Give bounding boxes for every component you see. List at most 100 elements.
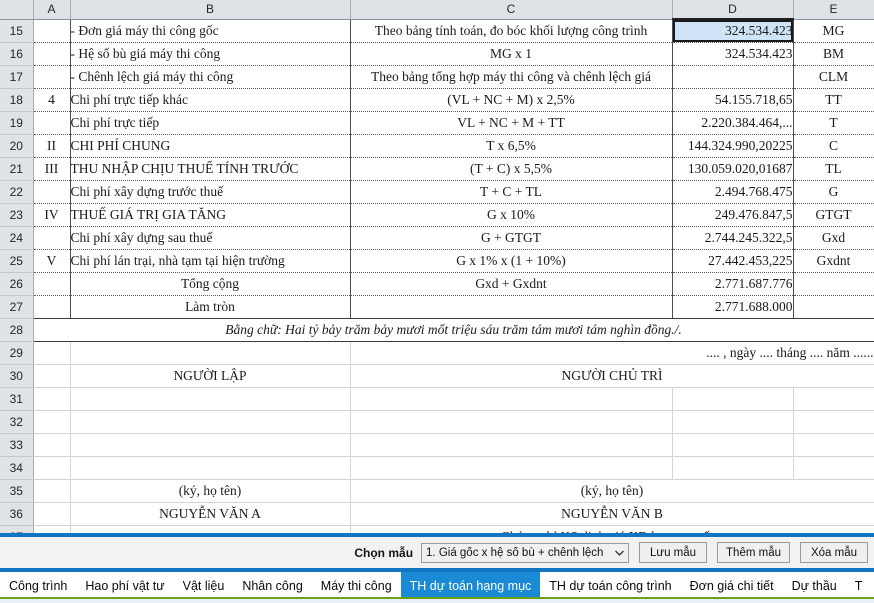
cell-d[interactable]: 2.744.245.322,5: [672, 226, 794, 250]
cell-a[interactable]: [32, 295, 71, 319]
cell-c[interactable]: [350, 456, 673, 480]
cell-b[interactable]: [70, 410, 351, 434]
column-header-e[interactable]: E: [793, 0, 874, 20]
cell-amount-in-words[interactable]: Bằng chữ: Hai tỷ bảy trăm bảy mươi mốt t…: [32, 318, 874, 342]
cell-e[interactable]: [793, 272, 874, 296]
table-row[interactable]: 16 - Hệ số bù giá máy thi công MG x 1 324.5…: [0, 42, 874, 66]
row-header[interactable]: 23: [0, 203, 34, 227]
sheet-tab-4[interactable]: Máy thi công: [311, 572, 401, 599]
cell-c[interactable]: VL + NC + M + TT: [350, 111, 673, 135]
row-header[interactable]: 24: [0, 226, 34, 250]
cell-c[interactable]: [350, 295, 673, 319]
table-row[interactable]: 26 Tổng cộng Gxd + Gxdnt 2.771.687.776: [0, 272, 874, 296]
cell-preparer-name[interactable]: NGUYỄN VĂN A: [70, 502, 351, 526]
cell-a[interactable]: [33, 479, 71, 503]
row-header[interactable]: 19: [0, 111, 34, 135]
cell-b[interactable]: Chi phí lán trại, nhà tạm tại hiện trườn…: [70, 249, 351, 273]
sheet-tab-0[interactable]: Công trình: [0, 572, 77, 599]
cell-d[interactable]: 54.155.718,65: [672, 88, 794, 112]
cell-d[interactable]: 130.059.020,01687: [672, 157, 794, 181]
row-header[interactable]: 34: [0, 456, 34, 480]
cell-e[interactable]: BM: [793, 42, 874, 66]
row-header[interactable]: 26: [0, 272, 34, 296]
cell-a[interactable]: IV: [32, 203, 71, 227]
template-select[interactable]: 1. Giá gốc x hệ số bù + chênh lệch: [421, 542, 630, 563]
cell-c[interactable]: Gxd + Gxdnt: [350, 272, 673, 296]
table-row-signature[interactable]: 36 NGUYỄN VĂN A NGUYỄN VĂN B: [0, 502, 874, 526]
cell-a[interactable]: [33, 410, 71, 434]
row-header[interactable]: 20: [0, 134, 34, 158]
table-row[interactable]: 24 Chi phí xây dựng sau thuế G + GTGT 2.744…: [0, 226, 874, 250]
cell-chief-certificate[interactable]: Chứng chỉ KS định giá XD hạng ..., số ..…: [350, 525, 874, 533]
cell-d[interactable]: [672, 387, 794, 411]
cell-d[interactable]: [672, 456, 794, 480]
table-row[interactable]: 27 Làm tròn 2.771.688.000: [0, 295, 874, 319]
cell-a[interactable]: [32, 180, 71, 204]
column-header-a[interactable]: A: [33, 0, 71, 20]
table-row-signature[interactable]: 35 (ký, họ tên) (ký, họ tên): [0, 479, 874, 503]
row-header[interactable]: 28: [0, 318, 34, 342]
table-row-blank[interactable]: 32: [0, 410, 874, 434]
row-header[interactable]: 22: [0, 180, 34, 204]
sheet-tab-1[interactable]: Hao phí vật tư: [76, 572, 174, 599]
column-header-d[interactable]: D: [672, 0, 794, 20]
cell-c[interactable]: (VL + NC + M) x 2,5%: [350, 88, 673, 112]
cell-e[interactable]: [793, 387, 874, 411]
cell-a[interactable]: [32, 65, 71, 89]
cell-a[interactable]: [33, 364, 71, 388]
row-header[interactable]: 17: [0, 65, 34, 89]
cell-b[interactable]: Chi phí xây dựng trước thuế: [70, 180, 351, 204]
cell-d[interactable]: 324.534.423: [672, 42, 794, 66]
cell-c[interactable]: MG x 1: [350, 42, 673, 66]
cell-c[interactable]: T + C + TL: [350, 180, 673, 204]
select-all-corner[interactable]: [0, 0, 34, 20]
cell-a[interactable]: [33, 525, 71, 533]
cell-e[interactable]: [793, 456, 874, 480]
cell-b[interactable]: Làm tròn: [70, 295, 351, 319]
cell-e[interactable]: TT: [793, 88, 874, 112]
cell-e[interactable]: Gxdnt: [793, 249, 874, 273]
cell-c[interactable]: T x 6,5%: [350, 134, 673, 158]
table-row[interactable]: 23 IV THUẾ GIÁ TRỊ GIA TĂNG G x 10% 249.476.…: [0, 203, 874, 227]
table-row[interactable]: 15 - Đơn giá máy thi công gốc Theo bảng tí…: [0, 18, 874, 43]
cell-b[interactable]: [70, 433, 351, 457]
cell-e[interactable]: C: [793, 134, 874, 158]
sheet-tab-5[interactable]: TH dự toán hạng mục: [400, 572, 541, 599]
row-header[interactable]: 30: [0, 364, 34, 388]
cell-d[interactable]: 27.442.453,225: [672, 249, 794, 273]
cell-b[interactable]: Chi phí trực tiếp khác: [70, 88, 351, 112]
cell-c[interactable]: G x 10%: [350, 203, 673, 227]
cell-chief-name[interactable]: NGUYỄN VĂN B: [350, 502, 874, 526]
table-row[interactable]: 20 II CHI PHÍ CHUNG T x 6,5% 144.324.990,202…: [0, 134, 874, 158]
cell-a[interactable]: V: [32, 249, 71, 273]
cell-b[interactable]: THUẾ GIÁ TRỊ GIA TĂNG: [70, 203, 351, 227]
cell-a[interactable]: 4: [32, 88, 71, 112]
delete-template-button[interactable]: Xóa mẫu: [800, 542, 868, 563]
sheet-tab-9[interactable]: T: [845, 572, 872, 599]
table-row[interactable]: 22 Chi phí xây dựng trước thuế T + C + TL 2…: [0, 180, 874, 204]
cell-e[interactable]: MG: [793, 18, 874, 43]
table-row-signers-title[interactable]: 30 NGƯỜI LẬP NGƯỜI CHỦ TRÌ: [0, 364, 874, 388]
table-row[interactable]: 18 4 Chi phí trực tiếp khác (VL + NC + M) x…: [0, 88, 874, 112]
sheet-tab-7[interactable]: Đơn giá chi tiết: [680, 572, 783, 599]
cell-c[interactable]: [350, 410, 673, 434]
table-row-date-line[interactable]: 29 .... , ngày .... tháng .... năm ......: [0, 341, 874, 365]
cell-d[interactable]: 2.771.687.776: [672, 272, 794, 296]
sheet-tab-3[interactable]: Nhân công: [233, 572, 312, 599]
row-header[interactable]: 29: [0, 341, 34, 365]
spreadsheet-grid[interactable]: A B C D E 15- Đơn giá máy thi công gốc Th…: [0, 0, 874, 533]
cell-e[interactable]: GTGT: [793, 203, 874, 227]
cell-d[interactable]: 2.220.384.464,...: [672, 111, 794, 135]
column-header-c[interactable]: C: [350, 0, 673, 20]
cell-b[interactable]: Tổng cộng: [70, 272, 351, 296]
cell-c[interactable]: (T + C) x 5,5%: [350, 157, 673, 181]
cell-c[interactable]: Theo bảng tổng hợp máy thi công và chênh…: [350, 65, 673, 89]
cell-b[interactable]: THU NHẬP CHỊU THUẾ TÍNH TRƯỚC: [70, 157, 351, 181]
cell-c[interactable]: Theo bảng tính toán, đo bóc khối lượng c…: [350, 18, 673, 43]
cell-a[interactable]: [33, 502, 71, 526]
cell-a[interactable]: [33, 433, 71, 457]
cell-b[interactable]: Chi phí xây dựng sau thuế: [70, 226, 351, 250]
table-row[interactable]: 25 V Chi phí lán trại, nhà tạm tại hiện tr…: [0, 249, 874, 273]
table-row-blank[interactable]: 34: [0, 456, 874, 480]
row-header[interactable]: 31: [0, 387, 34, 411]
